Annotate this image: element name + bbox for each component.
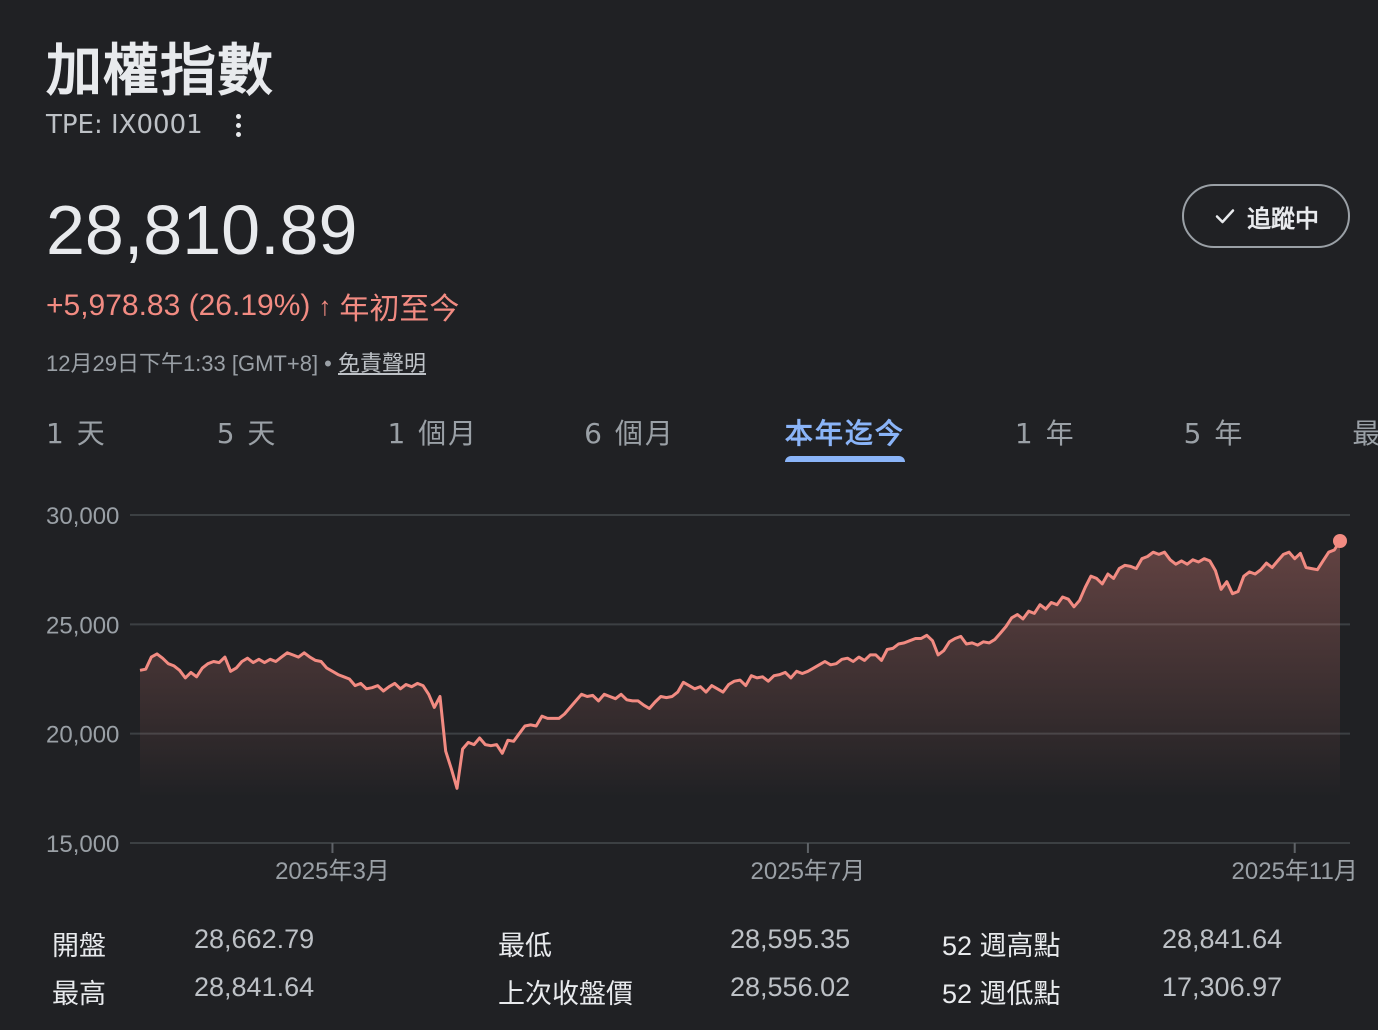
stats-row: 開盤 28,662.79 最低 28,595.35 52 週高點 28,841.… xyxy=(52,924,1342,972)
stat-label-52w-high: 52 週高點 xyxy=(942,931,1061,961)
y-tick-label: 25,000 xyxy=(46,612,119,639)
stats-row: 最高 28,841.64 上次收盤價 28,556.02 52 週低點 17,3… xyxy=(52,972,1342,1020)
key-stats: 開盤 28,662.79 最低 28,595.35 52 週高點 28,841.… xyxy=(52,924,1342,1020)
y-tick-label: 30,000 xyxy=(46,503,119,530)
last-price-marker xyxy=(1333,533,1347,548)
stat-value-high: 28,841.64 xyxy=(194,972,315,1002)
stat-value-low: 28,595.35 xyxy=(730,924,851,954)
x-tick-label: 2025年11月 xyxy=(1232,858,1358,885)
current-price: 28,810.89 xyxy=(46,191,358,269)
price-change: +5,978.83 (26.19%) ↑ 年初至今 xyxy=(46,284,459,328)
tab-1y[interactable]: 1 年 xyxy=(1015,404,1076,464)
follow-button[interactable]: 追蹤中 xyxy=(1182,184,1350,248)
x-tick-label: 2025年7月 xyxy=(751,858,866,885)
price-chart[interactable]: 30,000 25,000 20,000 15,000 2025年3月 2025年7月 20… xyxy=(0,490,1378,890)
y-tick-label: 20,000 xyxy=(46,722,119,749)
tab-ytd[interactable]: 本年迄今 xyxy=(784,404,905,464)
dot xyxy=(235,131,241,137)
tab-5d[interactable]: 5 天 xyxy=(217,404,278,464)
stat-value-open: 28,662.79 xyxy=(194,924,315,954)
change-period: 年初至今 xyxy=(339,293,460,326)
tab-max[interactable]: 最久 xyxy=(1352,404,1378,464)
change-value: +5,978.83 (26.19%) xyxy=(46,289,311,322)
stat-label-low: 最低 xyxy=(498,931,552,961)
y-tick-label: 15,000 xyxy=(46,831,119,858)
x-tick-label: 2025年3月 xyxy=(275,858,390,885)
more-options-icon[interactable] xyxy=(226,110,250,140)
disclaimer-link[interactable]: 免責聲明 xyxy=(338,351,426,376)
tab-6m[interactable]: 6 個月 xyxy=(584,404,675,464)
timestamp: 12月29日下午1:33 [GMT+8] • 免責聲明 xyxy=(46,346,426,378)
stat-label-prev-close: 上次收盤價 xyxy=(498,979,633,1009)
arrow-up-icon: ↑ xyxy=(318,290,332,321)
checkmark-icon xyxy=(1215,209,1235,224)
time-range-tabs: 1 天 5 天 1 個月 6 個月 本年迄今 1 年 5 年 最久 xyxy=(46,404,1378,464)
page-title: 加權指數 xyxy=(46,39,274,104)
ticker-symbol: TPE: IX0001 xyxy=(46,110,203,140)
timestamp-text: 12月29日下午1:33 [GMT+8] • xyxy=(46,351,332,376)
tab-1m[interactable]: 1 個月 xyxy=(387,404,478,464)
stat-label-high: 最高 xyxy=(52,979,106,1009)
tab-1d[interactable]: 1 天 xyxy=(46,404,107,464)
price-area-fill xyxy=(140,541,1340,843)
dot xyxy=(235,122,241,128)
follow-label: 追蹤中 xyxy=(1247,204,1319,233)
tab-5y[interactable]: 5 年 xyxy=(1184,404,1245,464)
stat-label-open: 開盤 xyxy=(52,931,106,961)
stat-value-52w-high: 28,841.64 xyxy=(1162,924,1283,954)
stat-label-52w-low: 52 週低點 xyxy=(942,979,1061,1009)
stat-value-52w-low: 17,306.97 xyxy=(1162,972,1283,1002)
stat-value-prev-close: 28,556.02 xyxy=(730,972,851,1002)
dot xyxy=(235,113,241,119)
